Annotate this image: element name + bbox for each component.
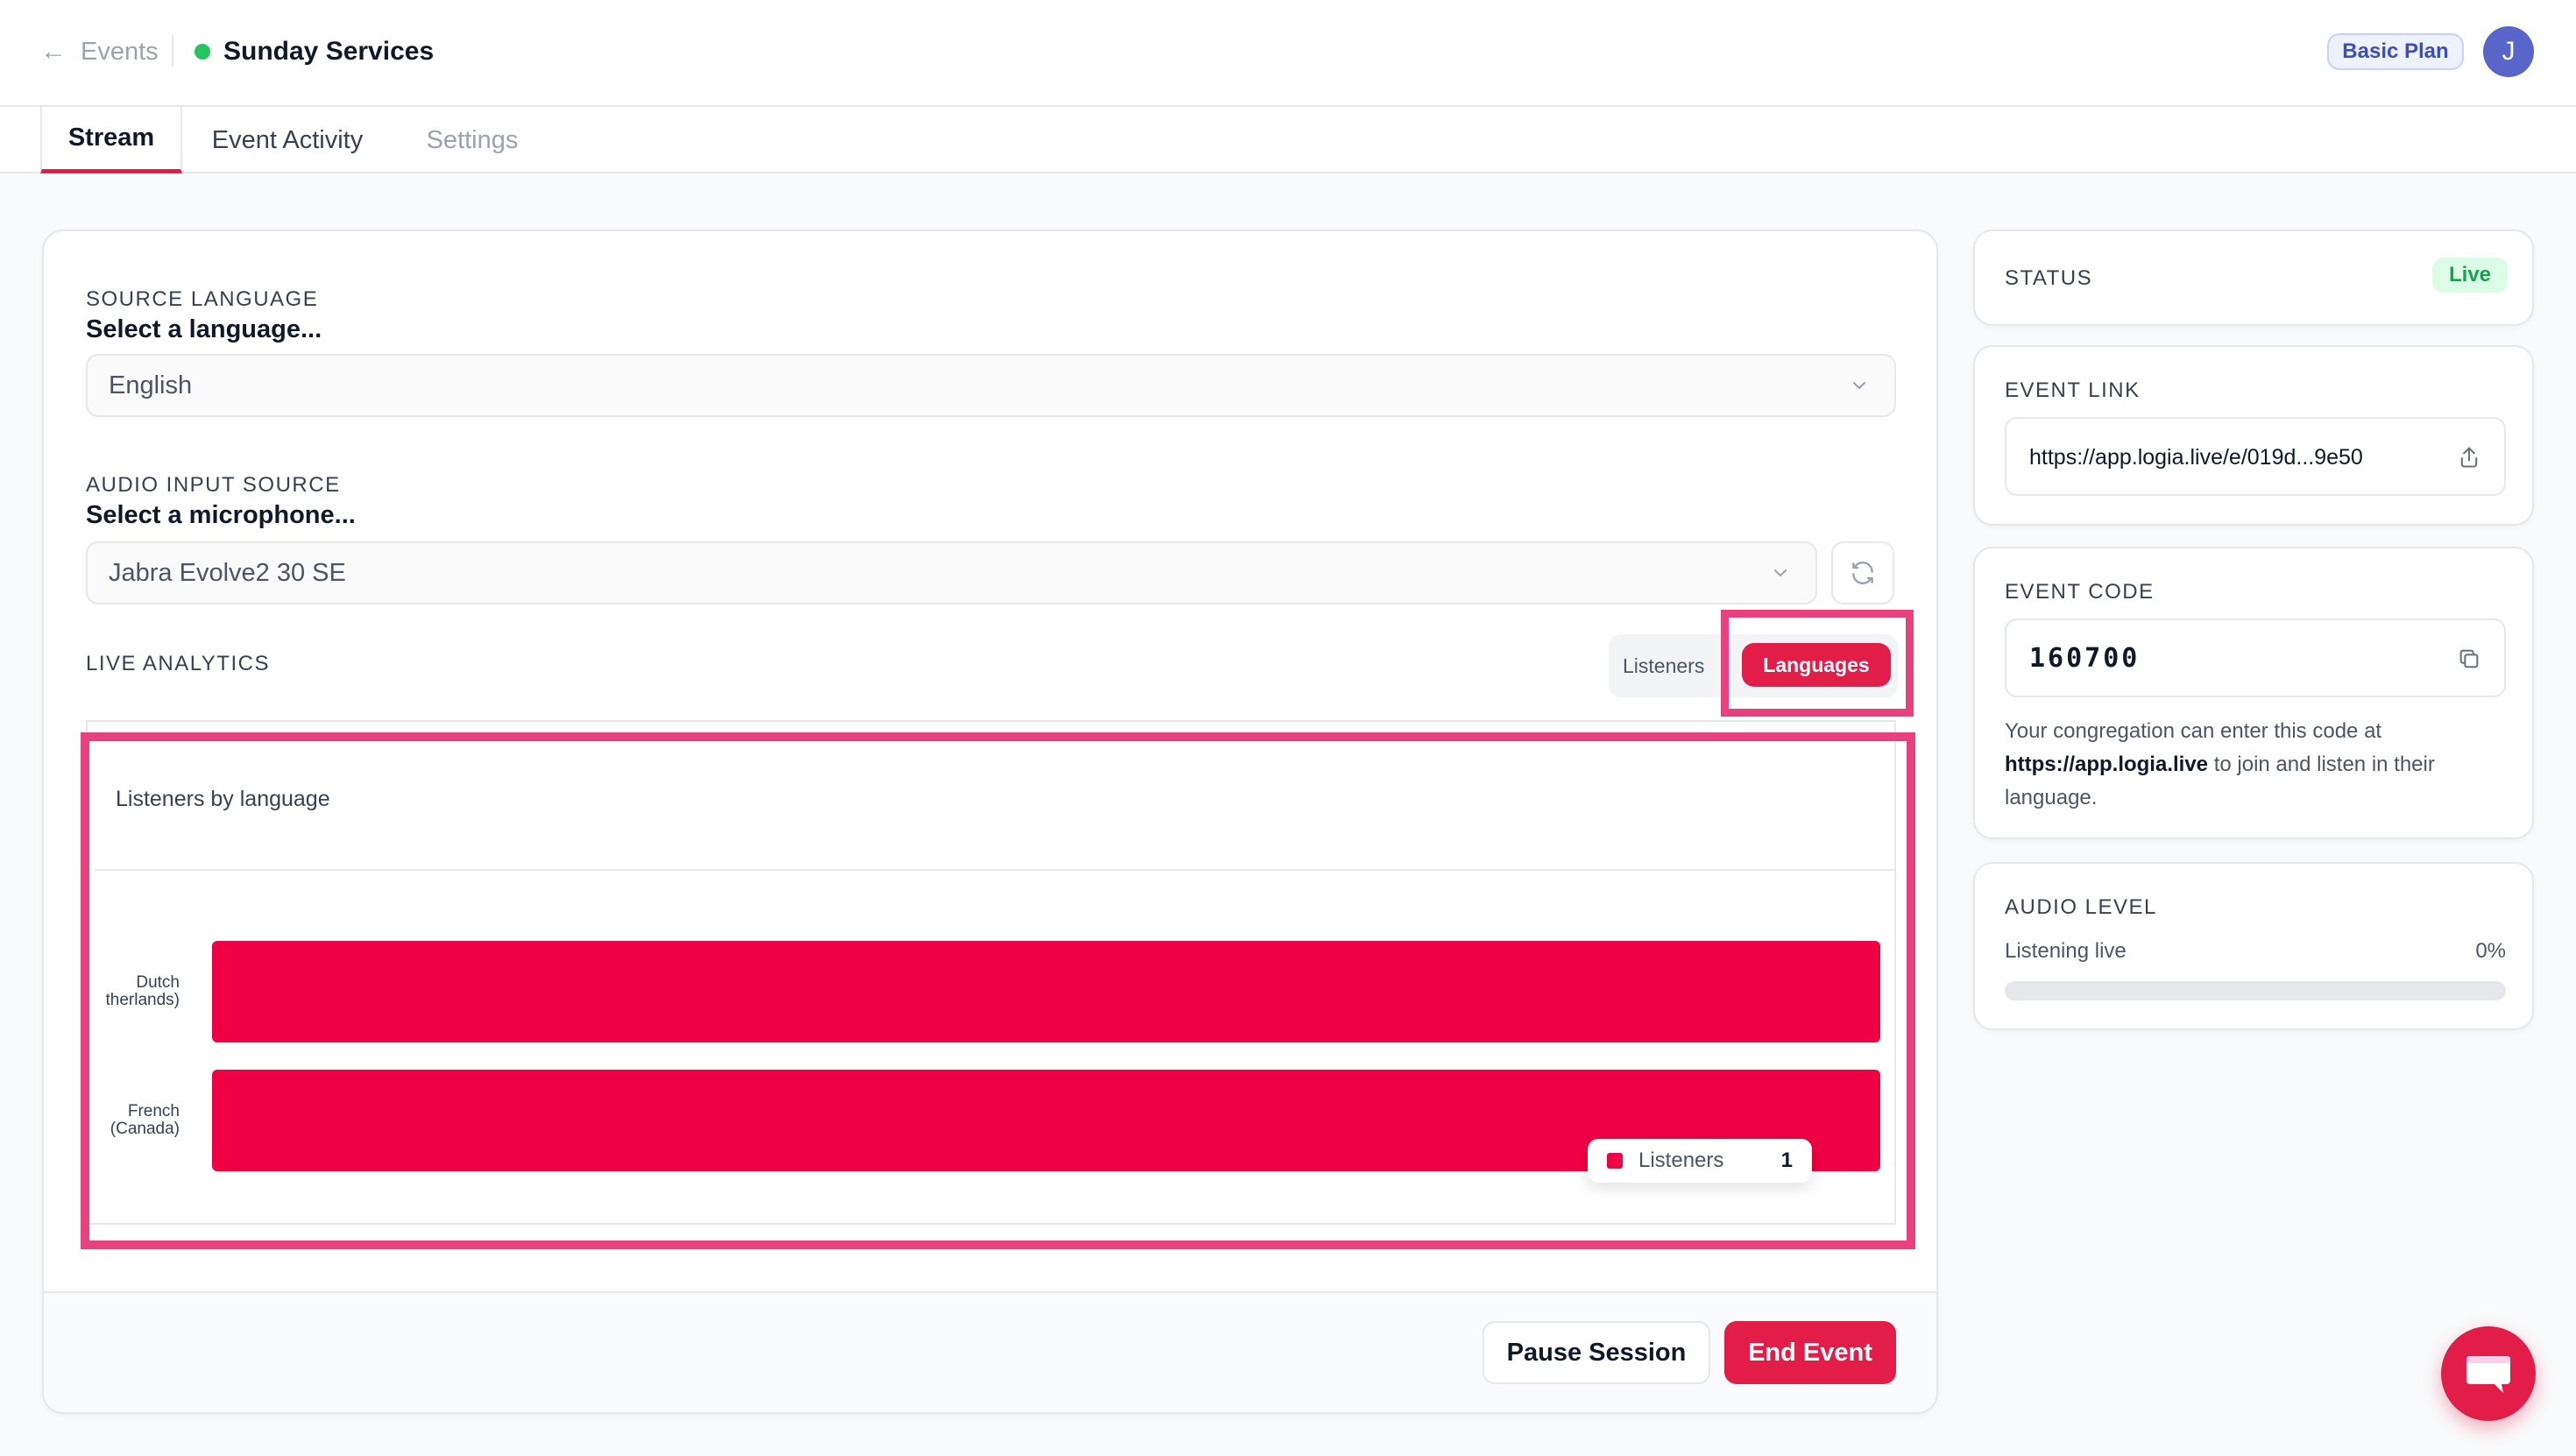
- pause-session-button[interactable]: Pause Session: [1483, 1321, 1710, 1384]
- chevron-down-icon: [1774, 569, 1787, 576]
- microphone-select[interactable]: Jabra Evolve2 30 SE: [86, 541, 1817, 604]
- tab-event-activity[interactable]: Event Activity: [186, 107, 389, 173]
- chat-support-button[interactable]: [2441, 1326, 2536, 1421]
- status-panel: STATUS Live: [1973, 230, 2534, 326]
- top-bar: ← Events Sunday Services Basic Plan J: [0, 0, 2576, 107]
- audio-level-label: AUDIO LEVEL: [2005, 895, 2157, 919]
- status-label: STATUS: [2005, 266, 2093, 290]
- tab-stream[interactable]: Stream: [40, 107, 182, 173]
- header-divider: [172, 35, 173, 67]
- audio-level-meter: [2005, 981, 2506, 1000]
- chevron-down-icon: [1853, 382, 1865, 389]
- event-code-field[interactable]: 160700: [2005, 618, 2506, 697]
- audio-level-row: Listening live 0%: [2005, 939, 2506, 964]
- event-code-label: EVENT CODE: [2005, 580, 2155, 604]
- source-language-select[interactable]: English: [86, 354, 1896, 417]
- copy-icon[interactable]: [2457, 647, 2481, 671]
- microphone-value: Jabra Evolve2 30 SE: [109, 558, 346, 587]
- audio-input-label: AUDIO INPUT SOURCE: [86, 473, 341, 497]
- audio-level-panel: AUDIO LEVEL Listening live 0%: [1973, 862, 2534, 1030]
- help-link[interactable]: https://app.logia.live: [2005, 753, 2208, 776]
- event-link-label: EVENT LINK: [2005, 378, 2141, 402]
- end-event-button[interactable]: End Event: [1724, 1321, 1896, 1384]
- event-code-help: Your congregation can enter this code at…: [2005, 715, 2513, 815]
- live-analytics-label: LIVE ANALYTICS: [86, 652, 270, 675]
- user-avatar[interactable]: J: [2483, 26, 2534, 77]
- help-prefix: Your congregation can enter this code at: [2005, 719, 2382, 743]
- source-language-value: English: [109, 371, 193, 399]
- live-status-dot: [195, 44, 210, 60]
- refresh-devices-button[interactable]: [1831, 541, 1894, 604]
- refresh-icon: [1852, 561, 1873, 585]
- audio-level-status: Listening live: [2005, 939, 2127, 963]
- plan-badge[interactable]: Basic Plan: [2327, 33, 2464, 70]
- toggle-listeners-button[interactable]: Listeners: [1623, 634, 1704, 697]
- tab-settings[interactable]: Settings: [391, 107, 554, 173]
- highlight-box-toggle: [1721, 610, 1914, 717]
- share-icon[interactable]: [2457, 445, 2481, 470]
- audio-level-percent: 0%: [2475, 939, 2506, 963]
- event-code-value: 160700: [2029, 643, 2141, 674]
- event-code-panel: EVENT CODE 160700 Your congregation can …: [1973, 547, 2534, 839]
- tab-bar: Stream Event Activity Settings: [0, 107, 2576, 173]
- stream-card: SOURCE LANGUAGE Select a language... Eng…: [42, 230, 1938, 1414]
- status-badge: Live: [2432, 258, 2508, 293]
- chat-bubble-icon: [2466, 1356, 2510, 1393]
- event-title: Sunday Services: [223, 37, 435, 66]
- source-language-label: SOURCE LANGUAGE: [86, 287, 319, 311]
- highlight-box-chart: [81, 732, 1915, 1249]
- event-link-panel: EVENT LINK https://app.logia.live/e/019d…: [1973, 345, 2534, 526]
- back-to-events-link[interactable]: ← Events: [40, 35, 159, 68]
- source-language-prompt: Select a language...: [86, 315, 322, 343]
- event-link-field[interactable]: https://app.logia.live/e/019d...9e50: [2005, 417, 2506, 496]
- arrow-left-icon: ←: [40, 37, 67, 66]
- audio-input-prompt: Select a microphone...: [86, 501, 356, 529]
- back-label: Events: [81, 37, 159, 66]
- event-link-value: https://app.logia.live/e/019d...9e50: [2029, 445, 2363, 470]
